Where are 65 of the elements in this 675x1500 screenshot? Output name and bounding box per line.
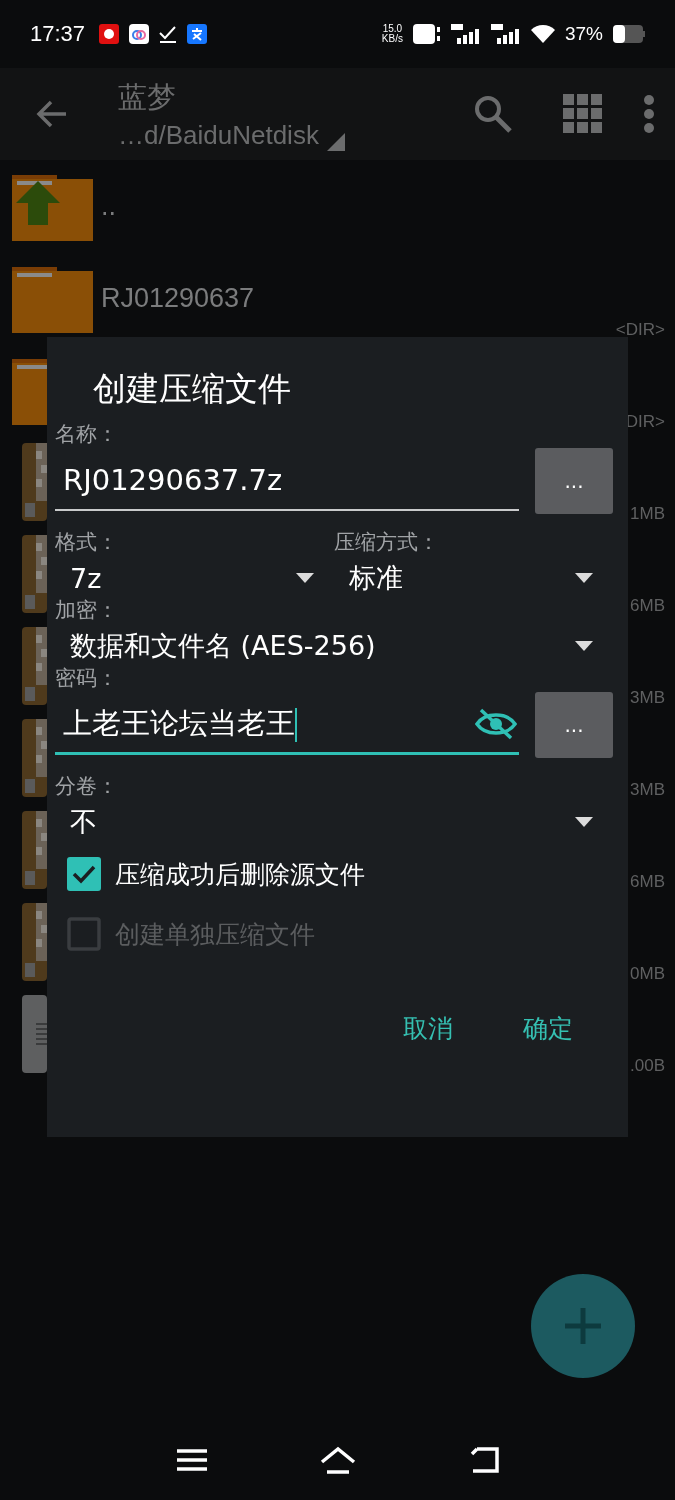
file-size: 3MB <box>630 780 665 800</box>
method-dropdown[interactable]: 标准 <box>334 556 613 600</box>
field-label: 名称： <box>55 421 119 448</box>
search-icon[interactable] <box>473 94 513 134</box>
option-label: 压缩成功后删除源文件 <box>115 858 365 891</box>
archive-icon <box>22 719 47 797</box>
corner-triangle-icon <box>326 132 345 151</box>
field-label: 格式： <box>55 529 119 556</box>
field-label: 分卷： <box>55 773 119 800</box>
file-size: 1MB <box>630 504 665 524</box>
battery-icon <box>613 25 645 43</box>
dialog-title: 创建压缩文件 <box>93 368 292 410</box>
encryption-dropdown[interactable]: 数据和文件名 (AES-256) <box>55 624 613 668</box>
status-time: 17:37 <box>30 21 86 47</box>
checkbox[interactable] <box>67 857 101 891</box>
format-dropdown[interactable]: 7z <box>55 556 334 600</box>
back-icon[interactable] <box>468 1447 499 1473</box>
dialog-button[interactable]: 确定 <box>523 1012 573 1045</box>
signal-icon <box>450 24 481 44</box>
folder-title: 蓝梦 <box>118 78 177 116</box>
file-size: .00B <box>630 1056 665 1076</box>
hd-icon <box>412 24 441 44</box>
file-size: 6MB <box>630 872 665 892</box>
field-label: 密码： <box>55 665 119 692</box>
archive-icon <box>22 903 47 981</box>
document-icon <box>22 995 47 1073</box>
dropdown-arrow-icon <box>575 817 593 827</box>
field-label: 压缩方式： <box>334 529 440 556</box>
file-size: 6MB <box>630 596 665 616</box>
check-icon <box>159 25 178 43</box>
eye-off-icon[interactable] <box>475 707 517 740</box>
file-name[interactable]: RJ01290637 <box>101 282 255 314</box>
wifi-icon <box>530 25 555 43</box>
grid-view-icon[interactable] <box>563 94 603 134</box>
password-field[interactable]: 上老王论坛当老王 <box>55 695 519 755</box>
archive-icon <box>22 627 47 705</box>
archive-icon <box>22 443 47 521</box>
browse-button[interactable]: ... <box>535 692 613 758</box>
browse-button[interactable]: ... <box>535 448 613 514</box>
plus-icon <box>563 1306 603 1346</box>
back-arrow-icon[interactable] <box>36 100 68 128</box>
app-notification-icon <box>129 24 150 44</box>
home-icon[interactable] <box>319 1446 356 1474</box>
app-notification-icon <box>187 24 208 44</box>
file-size: 0MB <box>630 964 665 984</box>
archive-icon <box>22 535 47 613</box>
dialog-button[interactable]: 取消 <box>403 1012 453 1045</box>
archive-icon <box>22 811 47 889</box>
file-size: 3MB <box>630 688 665 708</box>
split-dropdown[interactable]: 不 <box>55 800 613 844</box>
more-options-icon[interactable] <box>643 94 655 134</box>
file-name[interactable]: .. <box>101 190 116 222</box>
file-size: <DIR> <box>615 320 665 340</box>
app-notification-icon <box>99 24 120 44</box>
signal-icon <box>490 24 521 44</box>
field-label: 加密： <box>55 597 119 624</box>
dropdown-arrow-icon <box>575 641 593 651</box>
dropdown-arrow-icon <box>575 573 593 583</box>
menu-icon[interactable] <box>176 1448 207 1472</box>
name-field[interactable]: RJ01290637.7z <box>55 451 519 511</box>
option-label: 创建单独压缩文件 <box>115 918 315 951</box>
dropdown-arrow-icon <box>296 573 314 583</box>
folder-path[interactable]: …d/BaiduNetdisk <box>118 119 319 151</box>
network-speed: 15.0 KB/s <box>381 24 403 44</box>
battery-percent: 37% <box>564 23 603 45</box>
